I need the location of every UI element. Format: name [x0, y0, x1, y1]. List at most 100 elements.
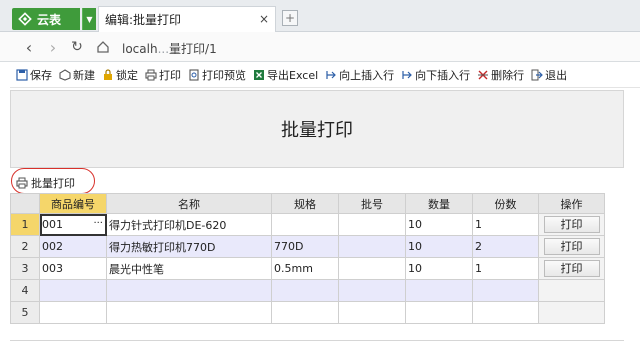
save-button[interactable]: 保存: [16, 67, 52, 83]
address-bar: ‹ › ↻ localh...量打印/1: [0, 32, 640, 62]
print-button[interactable]: 打印: [145, 67, 181, 83]
form-bottom-border: [10, 327, 624, 341]
home-icon[interactable]: [94, 38, 112, 56]
print-preview-button[interactable]: 打印预览: [188, 67, 246, 83]
app-name: 云表: [37, 12, 62, 27]
cell-copies[interactable]: 1: [472, 213, 539, 236]
row-print-button[interactable]: 打印: [543, 238, 600, 255]
cell-action: [538, 301, 605, 324]
row-number[interactable]: 2: [10, 235, 40, 258]
row-number[interactable]: 5: [10, 301, 40, 324]
tab-title: 编辑:批量打印: [105, 13, 182, 27]
table-row: 2 002 得力热敏打印机770D 770D 10 2 打印: [10, 235, 605, 258]
cell-batch[interactable]: [338, 257, 406, 280]
cell-code[interactable]: [39, 301, 107, 324]
page-title: 批量打印: [281, 120, 353, 141]
column-header-name[interactable]: 名称: [106, 193, 272, 214]
cell-name[interactable]: 得力热敏打印机770D: [106, 235, 272, 258]
cell-name[interactable]: 得力针式打印机DE-620: [106, 213, 272, 236]
form-title-panel: 批量打印: [10, 90, 624, 168]
tab-edit-batch-print[interactable]: 编辑:批量打印 ×: [98, 6, 276, 32]
cell-spec[interactable]: [271, 279, 339, 302]
cell-spec[interactable]: 0.5mm: [271, 257, 339, 280]
cell-copies[interactable]: 2: [472, 235, 539, 258]
insert-row-below-button[interactable]: 向下插入行: [401, 67, 470, 83]
new-icon: [59, 68, 71, 81]
forward-icon[interactable]: ›: [44, 38, 62, 57]
column-header-copies[interactable]: 份数: [472, 193, 539, 214]
new-tab-button[interactable]: +: [282, 10, 298, 26]
exit-button[interactable]: 退出: [531, 67, 567, 83]
cell-batch[interactable]: [338, 301, 406, 324]
insert-above-icon: [326, 70, 336, 79]
app-menu-button[interactable]: 云表: [12, 8, 80, 30]
toolbar-label: 打印: [159, 68, 181, 82]
insert-below-icon: [402, 70, 412, 79]
cell-code[interactable]: 001 ···: [39, 213, 107, 236]
toolbar-label: 向下插入行: [415, 68, 471, 82]
cell-spec[interactable]: 770D: [271, 235, 339, 258]
row-number[interactable]: 3: [10, 257, 40, 280]
cell-qty[interactable]: 10: [405, 235, 473, 258]
row-number[interactable]: 1: [10, 213, 40, 236]
cell-batch[interactable]: [338, 235, 406, 258]
cell-name[interactable]: [106, 279, 272, 302]
batch-print-button[interactable]: 批量打印: [16, 174, 75, 192]
cell-batch[interactable]: [338, 213, 406, 236]
table-row: 1 001 ··· 得力针式打印机DE-620 10 1 打印: [10, 213, 605, 236]
cell-code[interactable]: [39, 279, 107, 302]
column-header-batch[interactable]: 批号: [338, 193, 406, 214]
cell-spec[interactable]: [271, 301, 339, 324]
exit-icon: [531, 69, 543, 80]
cell-copies[interactable]: [472, 301, 539, 324]
app-dropdown-caret-icon[interactable]: ▼: [82, 8, 96, 30]
row-number[interactable]: 4: [10, 279, 40, 302]
close-icon[interactable]: ×: [259, 12, 269, 26]
toolbar-label: 删除行: [491, 68, 525, 82]
cell-qty[interactable]: 10: [405, 257, 473, 280]
cell-copies[interactable]: 1: [472, 257, 539, 280]
delete-row-button[interactable]: 删除行: [477, 67, 524, 83]
items-grid: 商品编号 名称 规格 批号 数量 份数 操作 1 001 ··· 得力针式打印机D…: [10, 193, 605, 324]
cell-code[interactable]: 002: [39, 235, 107, 258]
toolbar-label: 保存: [30, 68, 52, 82]
toolbar-label: 导出Excel: [267, 68, 319, 82]
lock-icon: [104, 68, 112, 80]
print-icon: [145, 69, 157, 80]
new-button[interactable]: 新建: [59, 67, 95, 83]
export-excel-button[interactable]: 导出Excel: [253, 67, 318, 83]
row-print-button[interactable]: 打印: [543, 260, 600, 277]
insert-row-above-button[interactable]: 向上插入行: [325, 67, 394, 83]
app-logo-icon: [18, 12, 32, 26]
cell-qty[interactable]: 10: [405, 213, 473, 236]
browser-tab-strip: 云表 ▼ 编辑:批量打印 × +: [0, 0, 640, 32]
cell-code[interactable]: 003: [39, 257, 107, 280]
table-row: 4: [10, 279, 605, 302]
reload-icon[interactable]: ↻: [68, 38, 86, 56]
cell-action: [538, 279, 605, 302]
cell-copies[interactable]: [472, 279, 539, 302]
toolbar-label: 退出: [545, 68, 568, 82]
column-header-spec[interactable]: 规格: [271, 193, 339, 214]
lock-button[interactable]: 锁定: [102, 67, 138, 83]
table-row: 3 003 晨光中性笔 0.5mm 10 1 打印: [10, 257, 605, 280]
column-header-code[interactable]: 商品编号: [39, 193, 107, 214]
lookup-ellipsis-icon[interactable]: ···: [92, 218, 104, 229]
cell-spec[interactable]: [271, 213, 339, 236]
column-header-qty[interactable]: 数量: [405, 193, 473, 214]
print-icon: [16, 177, 28, 189]
cell-batch[interactable]: [338, 279, 406, 302]
cell-name[interactable]: [106, 301, 272, 324]
toolbar-label: 新建: [73, 68, 95, 82]
corner-cell: [10, 193, 40, 214]
url-field[interactable]: localh...量打印/1: [122, 40, 217, 57]
delete-row-icon: [478, 70, 489, 79]
cell-name[interactable]: 晨光中性笔: [106, 257, 272, 280]
back-icon[interactable]: ‹: [20, 38, 38, 57]
cell-action: 打印: [538, 235, 605, 258]
row-print-button[interactable]: 打印: [543, 216, 600, 233]
cell-qty[interactable]: [405, 279, 473, 302]
cell-action: 打印: [538, 213, 605, 236]
toolbar-label: 向上插入行: [339, 68, 395, 82]
cell-qty[interactable]: [405, 301, 473, 324]
